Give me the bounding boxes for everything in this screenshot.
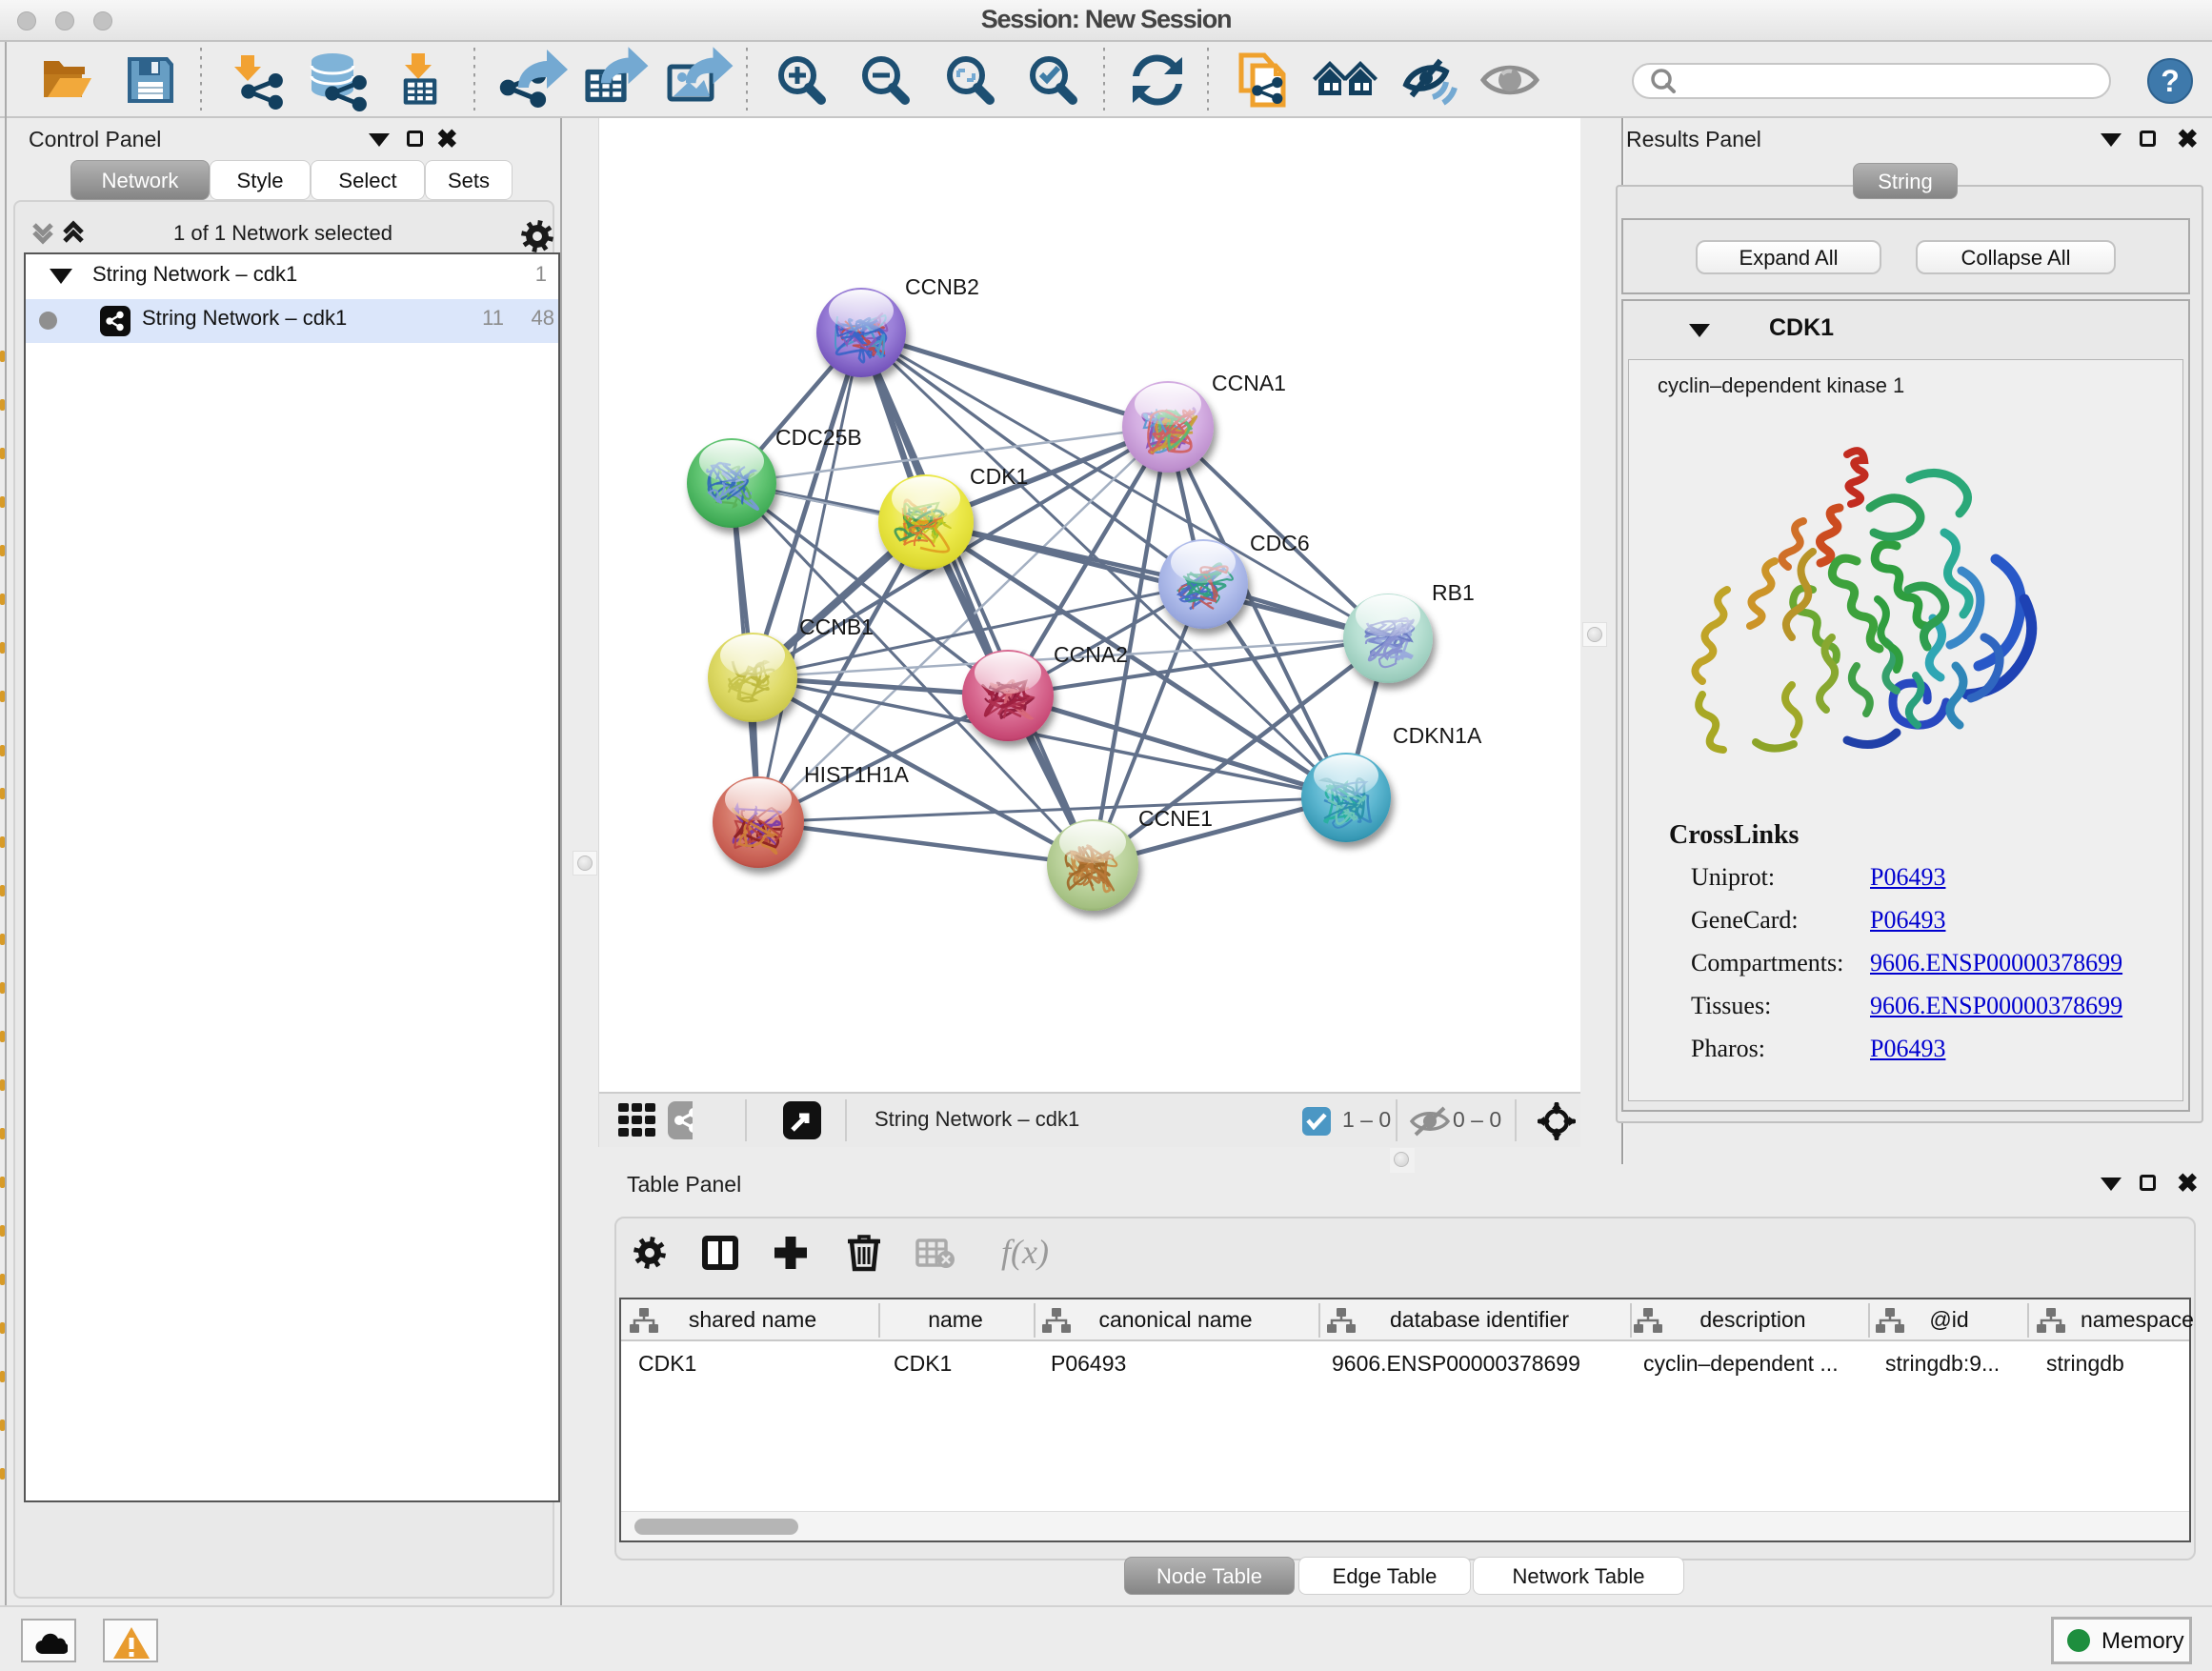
svg-text:f(x): f(x) (1001, 1233, 1049, 1271)
svg-text:RB1: RB1 (1432, 580, 1475, 605)
svg-text:CDC6: CDC6 (1250, 531, 1310, 555)
svg-text:CDC25B: CDC25B (775, 425, 862, 450)
svg-text:HIST1H1A: HIST1H1A (804, 762, 910, 787)
svg-text:CCNB1: CCNB1 (799, 614, 874, 639)
svg-text:CCNA1: CCNA1 (1212, 371, 1286, 395)
svg-text:?: ? (2161, 64, 2180, 98)
svg-text:CDKN1A: CDKN1A (1393, 723, 1482, 748)
svg-text:CCNA2: CCNA2 (1054, 642, 1128, 667)
svg-text:CCNB2: CCNB2 (905, 274, 979, 299)
svg-text:CCNE1: CCNE1 (1138, 806, 1213, 831)
svg-text:CDK1: CDK1 (970, 464, 1028, 489)
